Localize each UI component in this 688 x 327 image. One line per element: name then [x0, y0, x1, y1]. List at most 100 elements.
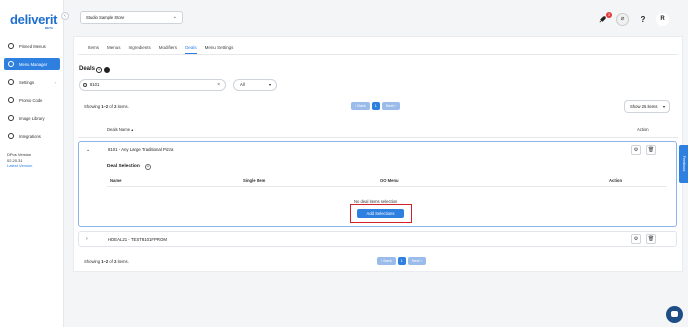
per-page-value: Show 25 items: [630, 104, 658, 109]
clear-icon[interactable]: ×: [217, 80, 220, 90]
per-page-select[interactable]: Show 25 items ▾: [624, 100, 670, 113]
search-input[interactable]: 8101 ×: [79, 79, 226, 91]
showing-text-bottom: Showing 1–2 of 2 items.: [84, 259, 129, 264]
sub-column-oo-menu: OO Menu: [380, 178, 399, 183]
chevron-left-icon: ‹: [64, 13, 66, 19]
feedback-tab[interactable]: Feedback: [679, 145, 688, 183]
sidebar-item-menu-manager[interactable]: Menu Manager: [4, 58, 60, 70]
next-button[interactable]: Next ›: [381, 102, 400, 110]
add-deal-button[interactable]: +: [96, 67, 102, 73]
expand-row-button[interactable]: ›: [86, 236, 88, 242]
sidebar-item-image-library[interactable]: Image Library: [4, 112, 60, 124]
deal-delete-button[interactable]: 🗑: [646, 145, 656, 155]
deal-name: 8101 - Any Large Traditional Pizza: [108, 147, 174, 152]
deal-settings-button[interactable]: ⚙: [631, 145, 641, 155]
trash-icon: 🗑: [647, 236, 655, 242]
sidebar: deliverit BETA Pinned Menus Menu Manager…: [0, 0, 64, 327]
sub-column-action: Action: [609, 178, 623, 183]
image-icon: [8, 115, 14, 121]
filter-value: All: [240, 82, 245, 87]
version-label: DPos Version: [7, 152, 32, 157]
plus-icon: +: [146, 164, 150, 169]
chevron-down-icon: ⌄: [172, 14, 177, 20]
search-icon: [83, 83, 87, 87]
showing-prefix: Showing: [84, 259, 102, 264]
logo: deliverit: [10, 12, 58, 27]
deal-selection-title: Deal Selection: [107, 164, 140, 169]
back-button[interactable]: ‹ Back: [351, 102, 370, 110]
sidebar-item-label: Menu Manager: [19, 61, 48, 67]
tab-items[interactable]: Items: [88, 45, 99, 54]
sidebar-item-label: Promo Code: [19, 97, 43, 103]
showing-text-top: Showing 1–2 of 2 items.: [84, 104, 129, 109]
sidebar-item-label: Settings: [19, 79, 35, 85]
gear-icon: ⚙: [633, 236, 639, 242]
help-button[interactable]: ?: [637, 13, 649, 25]
tab-ingredients[interactable]: Ingredients: [129, 45, 151, 54]
logo-beta-label: BETA: [45, 26, 53, 30]
back-button[interactable]: ‹ Back: [377, 257, 396, 265]
trash-icon: 🗑: [647, 147, 655, 153]
gear-icon: ⚙: [633, 147, 639, 153]
version-info: DPos Version 02.20.31 Latest Version: [7, 152, 32, 169]
ticket-icon: [8, 97, 14, 103]
sidebar-item-settings[interactable]: Settings ›: [4, 76, 60, 88]
chevron-right-icon: ›: [86, 236, 88, 242]
tab-menu-settings[interactable]: Menu Settings: [205, 45, 234, 54]
paperclip-icon: ⌀: [620, 16, 625, 22]
chevron-down-icon: ⌄: [86, 147, 91, 153]
deal-name: HDEAL21 - TEST8101FPROM: [108, 237, 167, 242]
sub-column-single-item: Single Item: [243, 178, 266, 183]
deal-delete-button[interactable]: 🗑: [646, 234, 656, 244]
sidebar-collapse-button[interactable]: ‹: [61, 12, 69, 20]
tab-modifiers[interactable]: Modifiers: [159, 45, 177, 54]
tab-bar: Items Menus Ingredients Modifiers Deals …: [88, 45, 241, 54]
next-button[interactable]: Next ›: [407, 257, 426, 265]
help-icon: ?: [640, 14, 646, 24]
sidebar-item-promo-code[interactable]: Promo Code: [4, 94, 60, 106]
notification-badge: 3: [606, 12, 612, 18]
filter-select[interactable]: All ▾: [233, 79, 277, 91]
store-select[interactable]: Studio Sample Store ⌄: [80, 11, 183, 24]
gear-icon: [8, 79, 14, 85]
plus-icon: +: [97, 67, 101, 72]
delete-deal-button[interactable]: [104, 67, 110, 73]
latest-version-link[interactable]: Latest Version: [7, 163, 32, 169]
sub-column-name: Name: [110, 178, 122, 183]
pagination-top: ‹ Back 1 Next ›: [351, 102, 402, 110]
showing-suffix: items.: [116, 259, 129, 264]
column-header-action: Action: [637, 127, 649, 132]
add-deal-selection-button[interactable]: +: [145, 164, 151, 170]
sidebar-item-label: Pinned Menus: [19, 43, 46, 49]
sidebar-item-label: Integrations: [19, 133, 41, 139]
pin-icon: [8, 43, 14, 49]
add-selections-button[interactable]: Add Selections: [357, 209, 404, 218]
showing-prefix: Showing: [84, 104, 102, 109]
avatar[interactable]: R: [656, 13, 669, 26]
collapse-row-button[interactable]: ⌄: [86, 147, 90, 153]
attachment-button[interactable]: ⌀: [616, 13, 629, 26]
search-value: 8101: [90, 82, 100, 87]
page-1-button[interactable]: 1: [371, 102, 380, 110]
sidebar-item-pinned-menus[interactable]: Pinned Menus: [4, 40, 60, 52]
page-1-button[interactable]: 1: [397, 257, 406, 265]
deal-settings-button[interactable]: ⚙: [631, 234, 641, 244]
caret-down-icon: ▾: [268, 82, 271, 87]
sidebar-item-integrations[interactable]: Integrations: [4, 130, 60, 142]
header-divider: [78, 137, 678, 138]
sub-header-divider: [107, 186, 667, 187]
caret-down-icon: ▾: [662, 104, 665, 109]
tab-divider: [78, 54, 678, 55]
page-title: Deals: [79, 66, 96, 72]
pagination-bottom: ‹ Back 1 Next ›: [377, 257, 428, 265]
store-select-value: Studio Sample Store: [86, 15, 125, 20]
showing-suffix: items.: [116, 104, 129, 109]
tab-deals[interactable]: Deals: [185, 45, 197, 54]
deal-row-collapsed[interactable]: [78, 231, 677, 247]
link-icon: [8, 133, 14, 139]
chevron-right-icon: ›: [54, 79, 56, 85]
sidebar-item-label: Image Library: [19, 115, 45, 121]
tab-menus[interactable]: Menus: [107, 45, 121, 54]
chat-button[interactable]: [666, 306, 683, 323]
column-header-deals-name[interactable]: Deals Name ▴: [107, 127, 133, 132]
